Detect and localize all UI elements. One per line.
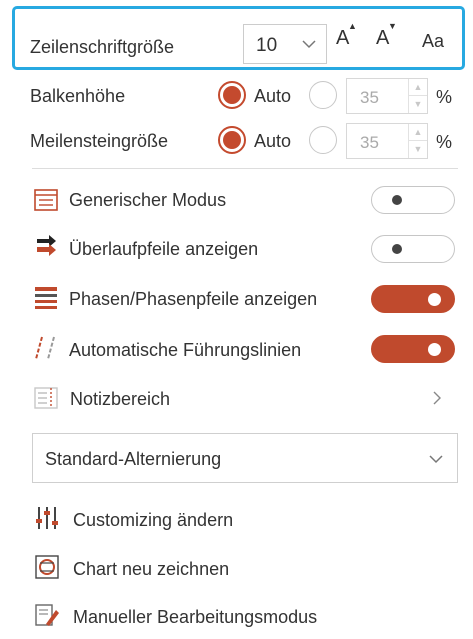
phases-icon — [35, 287, 57, 309]
notes-area-icon — [34, 387, 58, 409]
bar-height-stepper[interactable]: 35 ▲ ▼ — [346, 78, 428, 114]
change-case-label: Aa — [422, 31, 445, 51]
notes-area-label: Notizbereich — [70, 389, 171, 409]
font-size-value: 10 — [256, 35, 278, 56]
step-up-icon[interactable]: ▲ — [409, 79, 427, 96]
toggle-label-overflow-arrows: Überlaufpfeile anzeigen — [69, 239, 259, 259]
section-divider — [32, 168, 458, 169]
redraw-chart-action[interactable]: Chart neu zeichnen — [30, 551, 460, 585]
chevron-right-icon — [433, 391, 441, 405]
bar-height-unit: % — [436, 87, 453, 107]
guide-lines-toggle[interactable] — [371, 335, 455, 363]
toggle-label-phases: Phasen/Phasenpfeile anzeigen — [69, 289, 318, 309]
toggle-label-guide-lines: Automatische Führungslinien — [69, 340, 302, 360]
chevron-down-icon — [429, 455, 443, 464]
bar-height-auto-label: Auto — [254, 86, 292, 106]
grow-font-button[interactable]: A ▲ — [336, 22, 357, 49]
guide-lines-icon — [35, 336, 55, 360]
customize-icon — [36, 507, 58, 529]
customize-label: Customizing ändern — [73, 510, 234, 530]
change-case-button[interactable]: Aa — [422, 32, 444, 50]
milestone-size-auto-label: Auto — [254, 131, 292, 151]
milestone-size-auto-radio[interactable] — [218, 126, 246, 154]
step-up-icon[interactable]: ▲ — [409, 124, 427, 141]
alternation-value: Standard-Alternierung — [45, 449, 222, 469]
manual-edit-action[interactable]: Manueller Bearbeitungsmodus — [30, 599, 460, 633]
generic-mode-icon — [34, 189, 58, 211]
alternation-select[interactable]: Standard-Alternierung — [32, 433, 458, 483]
milestone-size-unit: % — [436, 132, 453, 152]
step-down-icon[interactable]: ▼ — [409, 141, 427, 157]
toggle-label-generic-mode: Generischer Modus — [69, 190, 227, 210]
bar-height-value: 35 — [360, 88, 379, 107]
redraw-chart-icon — [35, 555, 59, 579]
font-size-label: Zeilenschriftgröße — [30, 37, 175, 57]
milestone-size-stepper[interactable]: 35 ▲ ▼ — [346, 123, 428, 159]
generic-mode-toggle[interactable] — [371, 186, 455, 214]
redraw-chart-label: Chart neu zeichnen — [73, 559, 230, 579]
font-size-select[interactable]: 10 — [243, 24, 327, 64]
milestone-size-value: 35 — [360, 133, 379, 152]
bar-height-auto-radio[interactable] — [218, 81, 246, 109]
manual-edit-icon — [35, 604, 59, 626]
shrink-font-button[interactable]: A ▼ — [376, 22, 397, 49]
milestone-size-label: Meilensteingröße — [30, 131, 169, 151]
manual-edit-label: Manueller Bearbeitungsmodus — [73, 607, 318, 627]
bar-height-label: Balkenhöhe — [30, 86, 126, 106]
customize-action[interactable]: Customizing ändern — [30, 502, 460, 536]
step-down-icon[interactable]: ▼ — [409, 96, 427, 112]
milestone-size-custom-radio[interactable] — [309, 126, 337, 154]
phases-toggle[interactable] — [371, 285, 455, 313]
grow-arrow-icon: ▲ — [348, 21, 357, 31]
overflow-arrow-icon — [37, 235, 56, 256]
bar-height-custom-radio[interactable] — [309, 81, 337, 109]
shrink-arrow-icon: ▼ — [388, 21, 397, 31]
chevron-down-icon — [302, 40, 316, 49]
notes-area-item[interactable]: Notizbereich — [30, 378, 460, 418]
overflow-arrows-toggle[interactable] — [371, 235, 455, 263]
